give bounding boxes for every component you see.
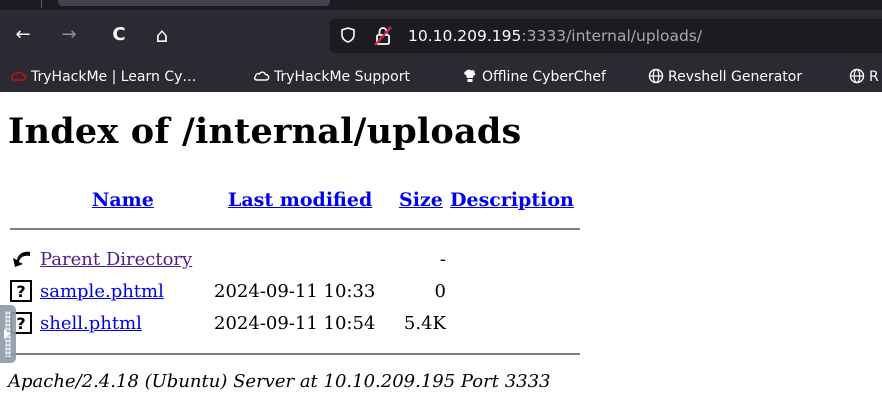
- file-size: -: [439, 249, 446, 270]
- back-button[interactable]: ←: [12, 24, 34, 46]
- globe-icon: [648, 68, 664, 84]
- file-modified: 2024-09-11 10:33: [214, 281, 376, 302]
- divider: [10, 228, 580, 230]
- tab-separator: [41, 0, 42, 8]
- column-header-description[interactable]: Description: [450, 188, 574, 212]
- svg-text:?: ?: [16, 282, 25, 301]
- bookmark-tryhackme[interactable]: TryHackMe | Learn Cy…: [10, 68, 196, 86]
- bookmark-label: R: [869, 69, 879, 85]
- insecure-lock-icon[interactable]: [374, 26, 392, 46]
- file-link[interactable]: sample.phtml: [40, 280, 164, 304]
- back-arrow-icon: ←: [15, 24, 31, 45]
- home-icon: ⌂: [155, 23, 169, 47]
- expand-arrow-icon: [4, 329, 10, 339]
- page-content: Index of /internal/uploads Name Last mod…: [0, 92, 882, 420]
- forward-button[interactable]: →: [58, 24, 80, 46]
- cloud-icon: [253, 71, 270, 81]
- url-path: :3333/internal/uploads/: [521, 27, 703, 45]
- bookmark-label: Revshell Generator: [668, 69, 803, 85]
- column-header-name[interactable]: Name: [92, 188, 154, 212]
- svg-text:?: ?: [16, 314, 25, 333]
- column-header-last-modified[interactable]: Last modified: [228, 188, 372, 212]
- browser-chrome: ← → C ⌂ 10.10.209.195:3333/internal/uplo…: [0, 0, 882, 93]
- cyberchef-icon: [464, 69, 476, 82]
- parent-directory-link[interactable]: Parent Directory: [40, 248, 192, 272]
- divider: [10, 353, 580, 355]
- home-button[interactable]: ⌂: [151, 24, 173, 46]
- bookmark-overflow[interactable]: R: [848, 68, 879, 86]
- bookmark-label: TryHackMe | Learn Cy…: [31, 69, 197, 85]
- bookmark-revshell-generator[interactable]: Revshell Generator: [647, 68, 802, 86]
- forward-arrow-icon: →: [61, 24, 77, 45]
- tab-active[interactable]: [58, 0, 330, 6]
- reload-icon: C: [112, 24, 126, 45]
- page-title: Index of /internal/uploads: [8, 111, 522, 152]
- globe-icon: [849, 68, 865, 84]
- unknown-file-icon: ?: [10, 280, 32, 302]
- bookmark-label: TryHackMe Support: [274, 69, 410, 85]
- bookmarks-toolbar: TryHackMe | Learn Cy… TryHackMe Support …: [0, 62, 882, 93]
- back-folder-icon: [13, 251, 30, 267]
- navigation-toolbar: ← → C ⌂ 10.10.209.195:3333/internal/uplo…: [0, 10, 882, 62]
- bookmark-offline-cyberchef[interactable]: Offline CyberChef: [461, 68, 606, 86]
- bookmark-label: Offline CyberChef: [482, 69, 606, 85]
- url-host: 10.10.209.195: [408, 27, 522, 45]
- tryhackme-icon: [10, 71, 27, 81]
- file-link[interactable]: shell.phtml: [40, 312, 142, 336]
- url-text[interactable]: 10.10.209.195:3333/internal/uploads/: [408, 25, 702, 47]
- file-size: 5.4K: [403, 313, 446, 334]
- tab-strip: [0, 0, 882, 10]
- server-signature: Apache/2.4.18 (Ubuntu) Server at 10.10.2…: [8, 371, 551, 392]
- side-panel-handle[interactable]: [0, 305, 16, 363]
- url-bar[interactable]: 10.10.209.195:3333/internal/uploads/: [330, 19, 882, 53]
- tracking-protection-shield-icon[interactable]: [340, 27, 356, 43]
- reload-button[interactable]: C: [108, 24, 130, 46]
- file-modified: 2024-09-11 10:54: [214, 313, 376, 334]
- column-header-size[interactable]: Size: [399, 188, 443, 212]
- file-size: 0: [434, 281, 446, 302]
- bookmark-tryhackme-support[interactable]: TryHackMe Support: [253, 68, 410, 86]
